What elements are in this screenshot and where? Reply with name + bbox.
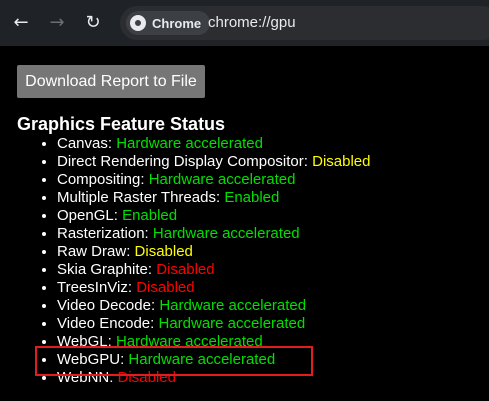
- reload-button[interactable]: ↻: [80, 10, 106, 36]
- feature-name: Skia Graphite: [57, 261, 148, 278]
- url-text[interactable]: chrome://gpu: [208, 14, 296, 31]
- feature-item: Multiple Raster Threads: Enabled: [57, 189, 370, 207]
- feature-name: OpenGL: [57, 207, 114, 224]
- feature-status: Hardware accelerated: [148, 171, 296, 188]
- feature-name: Video Encode: [57, 315, 151, 332]
- site-chip[interactable]: Chrome: [126, 11, 211, 35]
- site-chip-label: Chrome: [152, 15, 202, 31]
- feature-item: Canvas: Hardware accelerated: [57, 135, 370, 153]
- feature-status: Enabled: [224, 189, 280, 206]
- feature-name: Multiple Raster Threads: [57, 189, 216, 206]
- section-title: Graphics Feature Status: [17, 114, 226, 134]
- feature-name: TreesInViz: [57, 279, 128, 296]
- download-report-button[interactable]: Download Report to File: [17, 65, 205, 98]
- feature-item: Video Decode: Hardware accelerated: [57, 297, 370, 315]
- feature-status: Hardware accelerated: [159, 297, 307, 314]
- feature-name: Canvas: [57, 135, 108, 152]
- feature-status: Hardware accelerated: [158, 315, 306, 332]
- feature-item: Raw Draw: Disabled: [57, 243, 370, 261]
- feature-name: Video Decode: [57, 297, 151, 314]
- address-bar[interactable]: Chrome chrome://gpu: [120, 6, 489, 40]
- feature-status: Disabled: [156, 261, 215, 278]
- feature-status: Disabled: [136, 279, 195, 296]
- forward-button[interactable]: →: [44, 10, 70, 36]
- feature-status: Hardware accelerated: [152, 225, 300, 242]
- chrome-logo-icon: [130, 15, 146, 31]
- reload-icon: ↻: [85, 12, 101, 33]
- feature-item: Direct Rendering Display Compositor: Dis…: [57, 153, 370, 171]
- arrow-left-icon: ←: [13, 12, 29, 33]
- feature-item: OpenGL: Enabled: [57, 207, 370, 225]
- feature-status: Disabled: [312, 153, 371, 170]
- feature-name: Compositing: [57, 171, 141, 188]
- arrow-right-icon: →: [49, 12, 65, 33]
- webgpu-highlight-box: [35, 346, 313, 376]
- feature-name: Raw Draw: [57, 243, 127, 260]
- feature-status: Enabled: [122, 207, 178, 224]
- browser-toolbar: ← → ↻ Chrome chrome://gpu: [0, 0, 489, 46]
- feature-status: Hardware accelerated: [116, 135, 263, 152]
- feature-item: Compositing: Hardware accelerated: [57, 171, 370, 189]
- back-button[interactable]: ←: [8, 10, 34, 36]
- feature-status: Disabled: [134, 243, 193, 260]
- feature-name: Rasterization: [57, 225, 145, 242]
- feature-name: Direct Rendering Display Compositor: [57, 153, 304, 170]
- feature-item: Skia Graphite: Disabled: [57, 261, 370, 279]
- feature-item: Rasterization: Hardware accelerated: [57, 225, 370, 243]
- feature-item: TreesInViz: Disabled: [57, 279, 370, 297]
- feature-item: Video Encode: Hardware accelerated: [57, 315, 370, 333]
